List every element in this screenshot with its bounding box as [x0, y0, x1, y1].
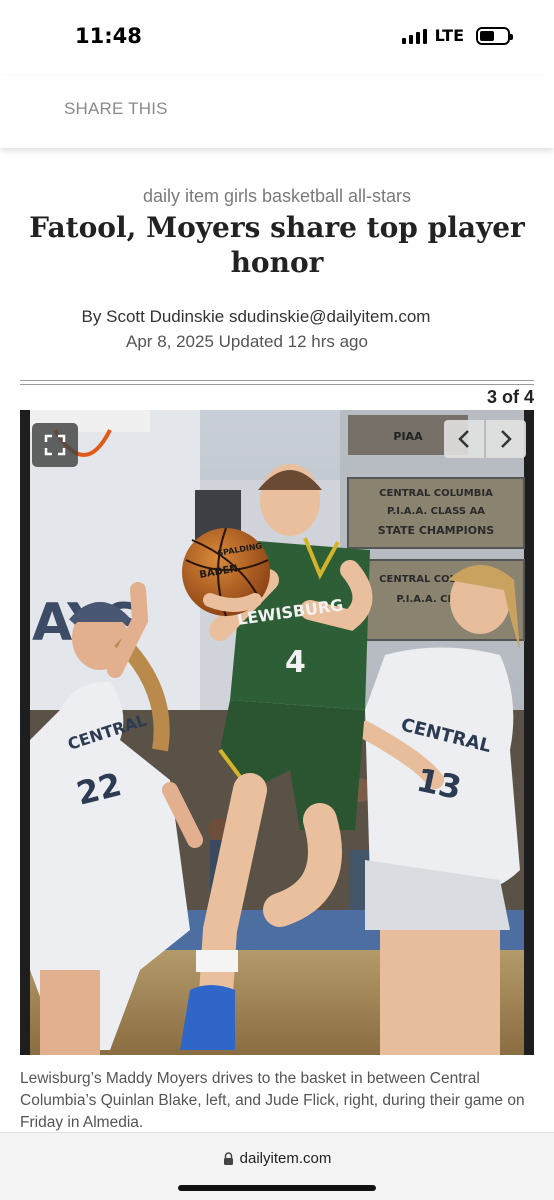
jersey-center-number: 4	[285, 645, 306, 680]
lock-icon	[223, 1151, 233, 1165]
article-dateline: Apr 8, 2025 Updated 12 hrs ago	[126, 332, 368, 351]
photo-caption: Lewisburg’s Maddy Moyers drives to the b…	[20, 1070, 525, 1131]
share-button[interactable]: SHARE THIS	[64, 99, 168, 119]
expand-icon	[44, 434, 66, 456]
network-label: LTE	[434, 26, 464, 45]
divider	[20, 380, 534, 385]
signal-icon	[401, 28, 427, 44]
expand-button[interactable]	[32, 423, 78, 467]
article-headline: Fatool, Moyers share top player honor	[29, 211, 525, 279]
status-indicators: LTE	[401, 26, 513, 45]
status-time: 11:48	[75, 24, 142, 48]
article-page: 11:48 LTE SHARE THIS daily item girls ba…	[0, 0, 554, 1200]
url-text: dailyitem.com	[239, 1150, 332, 1167]
address-bar[interactable]: dailyitem.com	[0, 1150, 554, 1167]
article-byline[interactable]: By Scott Dudinskie sdudinskie@dailyitem.…	[0, 307, 512, 327]
gallery-counter: 3 of 4	[486, 387, 534, 407]
banner-line-2: P.I.A.A. CLASS AA	[387, 506, 485, 517]
next-photo-button[interactable]	[486, 420, 526, 458]
banner-line-3: STATE CHAMPIONS	[378, 524, 495, 537]
gallery-photo[interactable]: CENTRAL COLUMBIA P.I.A.A. CLASS AA STATE…	[20, 410, 534, 1055]
sign-top: PIAA	[393, 430, 423, 443]
previous-photo-button[interactable]	[444, 420, 484, 458]
chevron-left-icon	[458, 430, 469, 448]
status-bar: 11:48 LTE	[0, 0, 554, 76]
share-bar: SHARE THIS	[0, 76, 554, 148]
chevron-right-icon	[501, 430, 512, 448]
home-indicator[interactable]	[178, 1185, 376, 1191]
article-kicker[interactable]: daily item girls basketball all-stars	[0, 186, 554, 207]
banner-line-1: CENTRAL COLUMBIA	[379, 488, 493, 499]
battery-icon	[476, 26, 513, 45]
browser-bar: dailyitem.com	[0, 1132, 554, 1200]
